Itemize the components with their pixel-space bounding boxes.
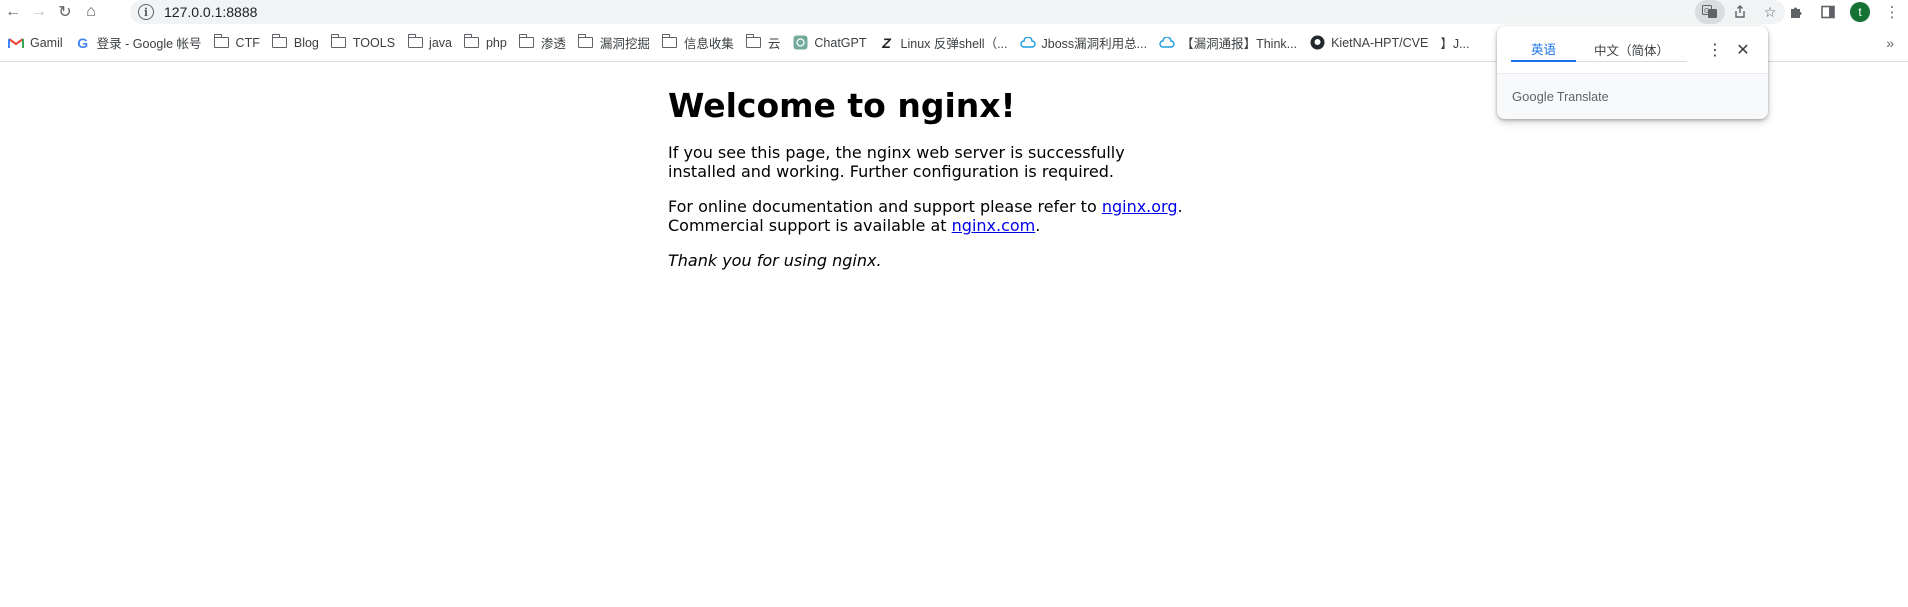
bookmark-item[interactable]: G 登录 - Google 帐号 [69,30,208,56]
cloud-icon [1019,35,1036,51]
bookmark-label: php [485,35,507,50]
folder-icon [519,34,535,51]
thanks-text: Thank you for using nginx. [668,251,882,270]
translate-footer: Google Translate [1497,73,1768,119]
back-button[interactable]: ← [0,0,26,24]
chatgpt-icon [792,35,808,51]
gmail-icon [8,35,24,51]
bookmark-label: ChatGPT [814,35,867,50]
reload-button[interactable]: ↻ [52,0,78,24]
site-info-icon[interactable]: i [138,4,154,20]
bookmark-label: Blog [293,35,319,50]
bookmark-item[interactable]: php [458,30,513,56]
google-brand: Google [1512,89,1554,104]
svg-text:G: G [1704,7,1709,15]
address-url[interactable]: 127.0.0.1:8888 [164,4,257,20]
share-icon[interactable] [1725,0,1755,24]
folder-icon [746,34,762,51]
bookmark-label: 漏洞挖掘 [599,37,650,51]
bookmark-item[interactable]: 】J... [1434,30,1475,56]
folder-icon [464,34,480,51]
commercial-text: Commercial support is available at [668,216,952,235]
nginx-com-link[interactable]: nginx.com [952,216,1036,235]
tab-target-language[interactable]: 中文（简体） [1576,36,1687,62]
commercial-text-end: . [1035,216,1041,235]
translate-icon[interactable]: G [1695,0,1725,24]
folder-icon [407,34,423,51]
support-paragraph: For online documentation and support ple… [668,197,1188,235]
profile-avatar[interactable]: t [1844,0,1876,24]
bookmark-label: 信息收集 [683,37,734,51]
bookmark-label: 登录 - Google 帐号 [96,37,202,51]
bookmark-label: 】J... [1440,37,1470,51]
close-icon[interactable]: ✕ [1733,38,1753,62]
bookmark-label: 【漏洞通报】Think... [1181,37,1298,51]
folder-icon [331,34,347,51]
bookmark-label: 渗透 [540,37,566,51]
translate-language-tabs: 英语 中文（简体） [1511,36,1687,62]
bookmark-item[interactable]: KietNA-HPT/CVE [1303,30,1434,56]
google-icon: G [77,34,89,51]
bookmark-label: Jboss漏洞利用总... [1041,37,1148,51]
bookmark-item[interactable]: TOOLS [325,30,401,56]
bookmark-item[interactable]: java [401,30,458,56]
bookmark-item[interactable]: Z Linux 反弹shell（... [873,30,1014,56]
github-icon [1309,35,1325,51]
bookmark-label: Gamil [30,35,63,50]
support-text-end: . [1177,197,1183,216]
folder-icon [214,34,230,51]
bookmark-label: KietNA-HPT/CVE [1331,35,1429,50]
folder-icon [662,34,678,51]
translate-popup: 英语 中文（简体） ⋮ ✕ Google Translate [1497,26,1768,119]
bookmark-label: CTF [235,35,260,50]
translate-options-icon[interactable]: ⋮ [1705,38,1725,62]
bookmark-label: Linux 反弹shell（... [900,37,1008,51]
thanks-paragraph: Thank you for using nginx. [668,251,1188,270]
bookmark-item[interactable]: Blog [266,30,325,56]
browser-toolbar: ← → ↻ ⌂ i 127.0.0.1:8888 G ☆ t ⋮ [0,0,1908,24]
chrome-menu-icon[interactable]: ⋮ [1876,0,1908,24]
bookmarks-overflow-icon[interactable]: » [1886,24,1894,61]
bookmark-item[interactable]: 云 [740,30,787,56]
bookmark-item[interactable]: 【漏洞通报】Think... [1153,30,1303,56]
extensions-icon[interactable] [1780,0,1812,24]
forward-button[interactable]: → [26,0,52,24]
nginx-org-link[interactable]: nginx.org [1102,197,1178,216]
bookmark-item[interactable]: CTF [208,30,266,56]
bookmark-label: 云 [767,37,781,51]
bookmark-item[interactable]: 渗透 [513,30,572,56]
tab-source-language[interactable]: 英语 [1511,36,1576,62]
cloud-icon [1159,35,1175,51]
bookmark-item[interactable]: Jboss漏洞利用总... [1014,30,1154,56]
bookmark-label: java [429,35,452,50]
bookmark-item[interactable]: 漏洞挖掘 [572,30,656,56]
folder-icon [272,34,288,51]
slash-icon: Z [882,34,891,51]
avatar: t [1850,2,1870,22]
translate-brand: Translate [1556,89,1609,104]
side-panel-icon[interactable] [1812,0,1844,24]
bookmark-item[interactable]: Gamil [2,30,69,56]
bookmark-item[interactable]: ChatGPT [786,30,872,56]
folder-icon [578,34,594,51]
bookmark-item[interactable]: 信息收集 [656,30,740,56]
intro-paragraph: If you see this page, the nginx web serv… [668,143,1125,181]
bookmark-label: TOOLS [352,35,396,50]
page-title: Welcome to nginx! [668,86,1016,125]
support-text: For online documentation and support ple… [668,197,1102,216]
address-bar[interactable]: i 127.0.0.1:8888 G ☆ [130,0,1785,24]
page-content: Welcome to nginx! If you see this page, … [668,80,1188,286]
home-button[interactable]: ⌂ [78,0,104,24]
